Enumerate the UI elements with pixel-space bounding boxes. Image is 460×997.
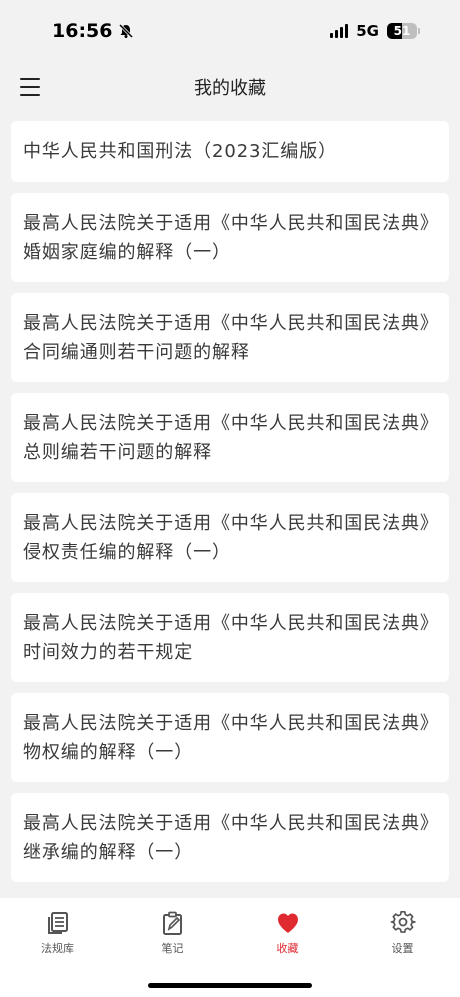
nav-bar: 我的收藏 <box>0 62 460 112</box>
silent-bell-icon <box>119 23 134 39</box>
gear-icon <box>390 911 416 933</box>
signal-strength-icon <box>330 24 349 38</box>
favorite-item-title: 最高人民法院关于适用《中华人民共和国民法典》总则编若干问题的解释 <box>23 412 430 463</box>
favorite-item-title: 最高人民法院关于适用《中华人民共和国民法典》婚姻家庭编的解释（一） <box>23 212 430 263</box>
tab-label: 设置 <box>391 942 414 955</box>
tab-label: 笔记 <box>161 942 184 955</box>
favorite-item[interactable]: 最高人民法院关于适用《中华人民共和国民法典》继承编的解释（一） <box>11 793 449 882</box>
favorite-item-title: 最高人民法院关于适用《中华人民共和国民法典》物权编的解释（一） <box>23 712 430 763</box>
favorite-item-title: 最高人民法院关于适用《中华人民共和国民法典》继承编的解释（一） <box>23 812 430 863</box>
status-bar: 16:56 5G 51 <box>0 0 460 62</box>
menu-icon[interactable] <box>20 78 40 96</box>
page-title: 我的收藏 <box>194 78 266 99</box>
heart-icon <box>277 913 298 933</box>
favorite-item[interactable]: 最高人民法院关于适用《中华人民共和国民法典》物权编的解释（一） <box>11 693 449 782</box>
favorites-list: 中华人民共和国刑法（2023汇编版） 最高人民法院关于适用《中华人民共和国民法典… <box>11 121 449 893</box>
tab-label: 收藏 <box>276 942 299 955</box>
favorite-item[interactable]: 最高人民法院关于适用《中华人民共和国民法典》时间效力的若干规定 <box>11 593 449 682</box>
network-type: 5G <box>356 22 379 40</box>
status-time: 16:56 <box>52 20 134 42</box>
favorite-item[interactable]: 最高人民法院关于适用《中华人民共和国民法典》合同编通则若干问题的解释 <box>11 293 449 382</box>
favorite-item-title: 中华人民共和国刑法（2023汇编版） <box>23 141 338 162</box>
favorite-item-title: 最高人民法院关于适用《中华人民共和国民法典》时间效力的若干规定 <box>23 612 430 663</box>
battery-level: 51 <box>393 24 411 38</box>
favorite-item-title: 最高人民法院关于适用《中华人民共和国民法典》合同编通则若干问题的解释 <box>23 312 430 363</box>
status-indicators: 5G 51 <box>330 22 420 40</box>
favorite-item[interactable]: 最高人民法院关于适用《中华人民共和国民法典》婚姻家庭编的解释（一） <box>11 193 449 282</box>
time-text: 16:56 <box>52 20 113 42</box>
notes-icon <box>162 911 182 935</box>
favorite-item[interactable]: 中华人民共和国刑法（2023汇编版） <box>11 121 449 182</box>
favorite-item-title: 最高人民法院关于适用《中华人民共和国民法典》侵权责任编的解释（一） <box>23 512 430 563</box>
tab-label: 法规库 <box>41 942 74 955</box>
home-indicator[interactable] <box>148 983 312 988</box>
tab-settings[interactable]: 设置 <box>345 898 460 997</box>
law-library-icon <box>47 912 68 934</box>
battery-icon: 51 <box>387 23 420 39</box>
favorite-item[interactable]: 最高人民法院关于适用《中华人民共和国民法典》总则编若干问题的解释 <box>11 393 449 482</box>
favorite-item[interactable]: 最高人民法院关于适用《中华人民共和国民法典》侵权责任编的解释（一） <box>11 493 449 582</box>
tab-law-library[interactable]: 法规库 <box>0 898 115 997</box>
